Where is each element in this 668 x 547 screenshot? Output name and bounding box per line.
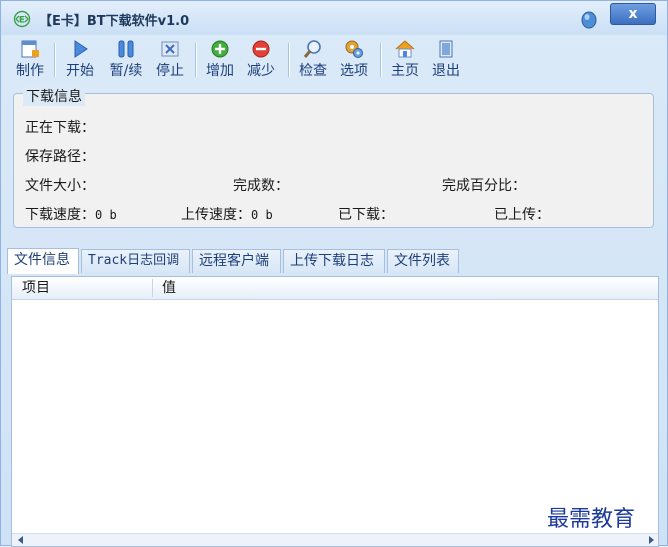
downloaded-label: 已下载： bbox=[338, 207, 394, 223]
exit-button[interactable]: 退出 bbox=[429, 37, 463, 83]
remove-button[interactable]: 减少 bbox=[244, 37, 278, 83]
horizontal-scrollbar[interactable] bbox=[12, 533, 658, 546]
scroll-right-icon[interactable] bbox=[649, 536, 654, 544]
app-logo-icon: E bbox=[13, 10, 31, 28]
check-button[interactable]: 检查 bbox=[296, 37, 330, 83]
start-button[interactable]: 开始 bbox=[63, 37, 97, 83]
options-icon bbox=[345, 40, 363, 58]
upload-speed: 上传速度：0 b bbox=[181, 204, 273, 224]
tab-remote-client[interactable]: 远程客户端 bbox=[192, 249, 281, 273]
uploaded-label: 已上传： bbox=[494, 207, 550, 223]
skin-icon[interactable] bbox=[580, 9, 598, 29]
toolbar-separator bbox=[288, 43, 290, 77]
add-icon bbox=[211, 40, 229, 58]
completed-percent-label: 完成百分比： bbox=[442, 178, 526, 194]
completed-count-label: 完成数： bbox=[233, 178, 289, 194]
tab-file-list[interactable]: 文件列表 bbox=[387, 249, 459, 273]
homepage-label: 主页 bbox=[391, 63, 419, 79]
options-label: 选项 bbox=[340, 63, 368, 79]
options-button[interactable]: 选项 bbox=[337, 37, 371, 83]
window-title: 【E卡】BT下载软件v1.0 bbox=[39, 14, 190, 29]
upload-speed-label: 上传速度： bbox=[181, 207, 251, 223]
download-speed: 下载速度：0 b bbox=[25, 204, 117, 224]
home-icon bbox=[395, 40, 415, 58]
check-label: 检查 bbox=[299, 63, 327, 79]
column-header-item[interactable]: 项目 bbox=[12, 277, 50, 299]
pause-resume-label: 暂/续 bbox=[109, 63, 143, 79]
close-button[interactable]: x bbox=[610, 3, 656, 25]
title-bar[interactable]: E 【E卡】BT下载软件v1.0 x bbox=[1, 1, 667, 35]
tab-track-log[interactable]: Track日志回调 bbox=[81, 249, 190, 273]
main-window: E 【E卡】BT下载软件v1.0 x 制作 开始 暂/续 停止 增加 减少 检查… bbox=[0, 0, 668, 547]
pause-icon bbox=[118, 40, 134, 58]
downloading-label: 正在下载： bbox=[25, 120, 95, 136]
column-header-value[interactable]: 值 bbox=[152, 277, 176, 299]
make-label: 制作 bbox=[16, 63, 44, 79]
play-icon bbox=[74, 40, 88, 58]
start-label: 开始 bbox=[66, 63, 94, 79]
tab-file-info[interactable]: 文件信息 bbox=[7, 248, 79, 274]
stop-button[interactable]: 停止 bbox=[153, 37, 187, 83]
remove-icon bbox=[252, 40, 270, 58]
scroll-left-icon[interactable] bbox=[18, 536, 23, 544]
list-header: 项目 值 bbox=[12, 277, 658, 300]
download-speed-value: 0 b bbox=[95, 208, 117, 222]
exit-icon bbox=[439, 40, 453, 58]
remove-label: 减少 bbox=[247, 63, 275, 79]
toolbar-separator bbox=[54, 43, 56, 77]
toolbar-separator bbox=[380, 43, 382, 77]
watermark-text: 最需教育 bbox=[547, 501, 636, 533]
tab-transfer-log[interactable]: 上传下载日志 bbox=[283, 249, 385, 273]
make-icon bbox=[21, 40, 39, 58]
pause-resume-button[interactable]: 暂/续 bbox=[104, 37, 148, 83]
file-size-label: 文件大小： bbox=[25, 178, 95, 194]
toolbar-separator bbox=[195, 43, 197, 77]
add-label: 增加 bbox=[206, 63, 234, 79]
add-button[interactable]: 增加 bbox=[203, 37, 237, 83]
toolbar: 制作 开始 暂/续 停止 增加 减少 检查 选项 主页 退出 bbox=[7, 37, 657, 83]
homepage-button[interactable]: 主页 bbox=[388, 37, 422, 83]
svg-text:E: E bbox=[19, 16, 25, 26]
download-speed-label: 下载速度： bbox=[25, 207, 95, 223]
stop-label: 停止 bbox=[156, 63, 184, 79]
exit-label: 退出 bbox=[432, 63, 460, 79]
magnifier-icon bbox=[303, 40, 321, 58]
upload-speed-value: 0 b bbox=[251, 208, 273, 222]
stop-icon bbox=[161, 41, 179, 57]
make-button[interactable]: 制作 bbox=[13, 37, 47, 83]
save-path-label: 保存路径： bbox=[25, 149, 95, 165]
download-info-legend: 下载信息 bbox=[23, 86, 85, 106]
